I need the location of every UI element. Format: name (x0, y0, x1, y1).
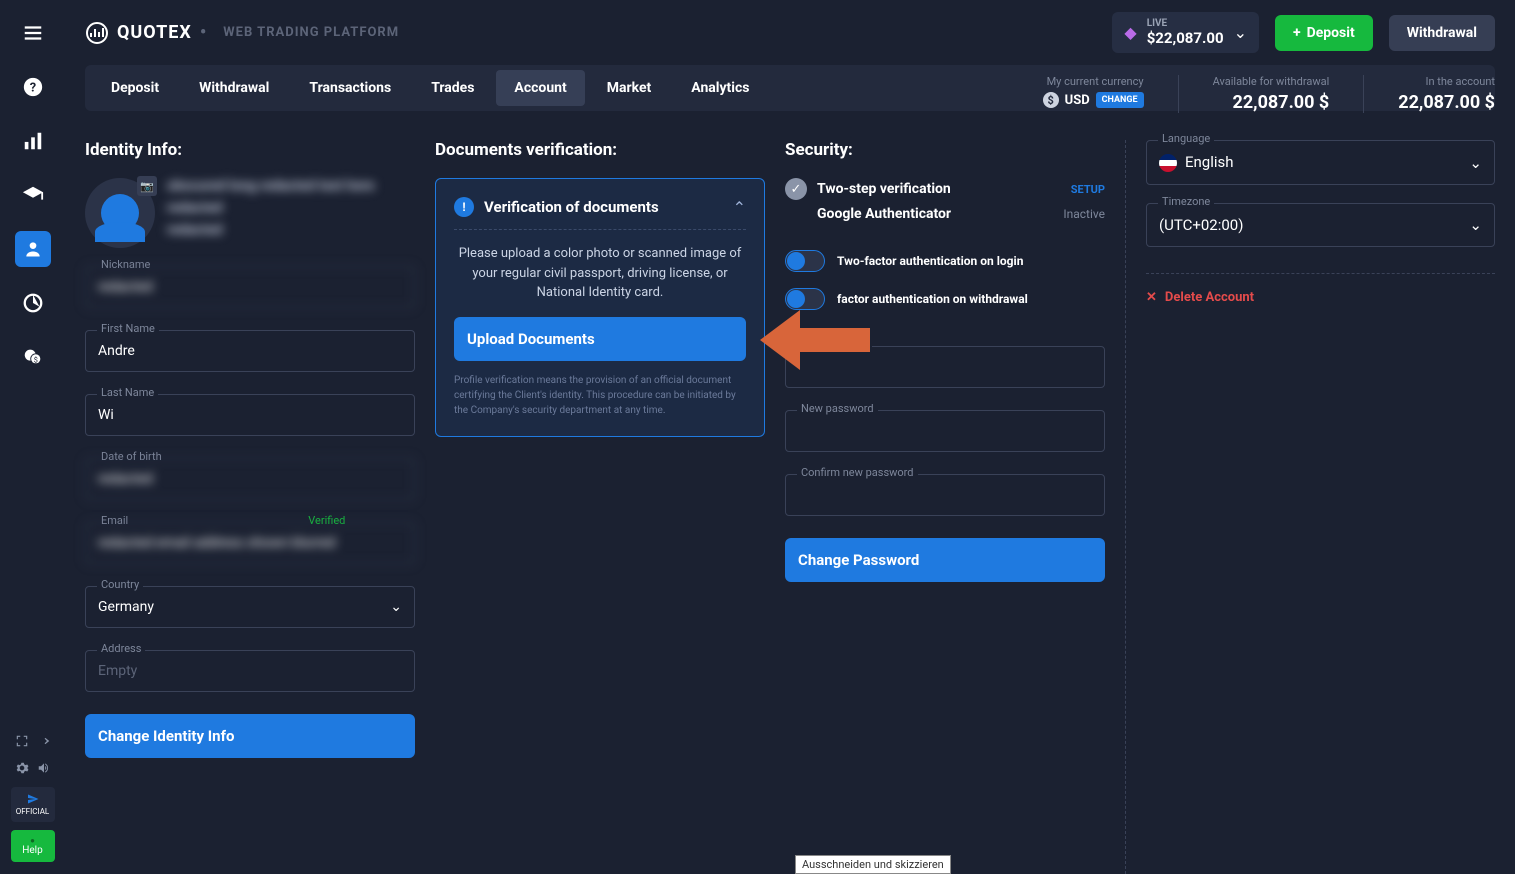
ga-label: Google Authenticator (817, 206, 1053, 222)
check-icon: ✓ (785, 178, 807, 200)
summary-bar: My current currency $ USD CHANGE Availab… (1043, 75, 1495, 113)
identity-title: Identity Info: (85, 140, 415, 160)
pie-icon[interactable] (15, 285, 51, 321)
tab-deposit[interactable]: Deposit (93, 70, 177, 106)
tab-transactions[interactable]: Transactions (291, 70, 409, 106)
lastname-input[interactable] (85, 394, 415, 436)
tab-withdrawal[interactable]: Withdrawal (181, 70, 287, 106)
avatar[interactable]: 📷 (85, 178, 155, 248)
upload-documents-button[interactable]: Upload Documents (454, 317, 746, 361)
firstname-input[interactable] (85, 330, 415, 372)
wallet-icon[interactable]: $ (15, 339, 51, 375)
header: QUOTEX • WEB TRADING PLATFORM ◆ LIVE $22… (65, 0, 1515, 65)
email-input[interactable] (85, 522, 415, 564)
close-icon: ✕ (1146, 290, 1157, 305)
verify-fineprint: Profile verification means the provision… (454, 373, 746, 418)
change-currency-button[interactable]: CHANGE (1096, 92, 1144, 108)
dob-input[interactable] (85, 458, 415, 500)
tab-market[interactable]: Market (589, 70, 670, 106)
help-circle-icon[interactable]: ? (15, 69, 51, 105)
balance-selector[interactable]: ◆ LIVE $22,087.00 ⌄ (1112, 12, 1259, 53)
chevron-up-icon[interactable]: ⌃ (733, 198, 746, 217)
change-identity-button[interactable]: Change Identity Info (85, 714, 415, 758)
new-password-input[interactable] (785, 410, 1105, 452)
confirm-password-input[interactable] (785, 474, 1105, 516)
currency-label: My current currency (1043, 75, 1144, 88)
language-select[interactable]: English ⌄ (1146, 140, 1495, 185)
profile-line3: redacted (167, 222, 374, 238)
toggle-2fa-withdrawal[interactable] (785, 288, 825, 310)
change-password-button[interactable]: Change Password (785, 538, 1105, 582)
verify-text: Please upload a color photo or scanned i… (454, 244, 746, 303)
tab-account[interactable]: Account (496, 70, 584, 106)
plus-icon: + (1293, 25, 1301, 41)
official-badge[interactable]: OFFICIAL (11, 787, 55, 822)
expand-icon[interactable] (15, 733, 29, 752)
logo[interactable]: QUOTEX • WEB TRADING PLATFORM (85, 21, 399, 45)
profile-line2: redacted (167, 200, 374, 216)
chevron-down-icon: ⌄ (1469, 216, 1482, 234)
help-badge[interactable]: Help (11, 830, 55, 862)
verify-card: ! Verification of documents ⌃ Please upl… (435, 178, 765, 437)
svg-text:$: $ (33, 356, 37, 365)
sidebar: ? $ OFFICIAL Help (0, 0, 65, 874)
menu-icon[interactable] (15, 15, 51, 51)
balance-amount: $22,087.00 (1147, 29, 1224, 47)
available-label: Available for withdrawal (1213, 75, 1330, 88)
old-password-input[interactable] (785, 346, 1105, 388)
profile-line1: obscured long redacted text here (167, 178, 374, 194)
chart-icon[interactable] (15, 123, 51, 159)
logo-subtitle: WEB TRADING PLATFORM (223, 25, 399, 40)
delete-account-link[interactable]: ✕ Delete Account (1146, 273, 1495, 305)
dollar-icon: $ (1043, 92, 1059, 108)
arrow-right-icon[interactable] (37, 733, 51, 752)
available-value: 22,087.00 $ (1213, 92, 1330, 113)
academy-icon[interactable] (15, 177, 51, 213)
tab-trades[interactable]: Trades (413, 70, 492, 106)
gear-icon[interactable] (15, 760, 29, 779)
chevron-down-icon: ⌄ (1469, 154, 1482, 172)
deposit-button[interactable]: +Deposit (1275, 15, 1373, 51)
balance-label: LIVE (1147, 18, 1224, 29)
setup-link[interactable]: SETUP (1071, 183, 1105, 196)
docs-title: Documents verification: (435, 140, 765, 160)
inaccount-label: In the account (1398, 75, 1495, 88)
camera-icon[interactable]: 📷 (137, 176, 157, 196)
country-select[interactable]: Germany⌄ (85, 586, 415, 628)
gem-icon: ◆ (1124, 23, 1136, 42)
withdrawal-button[interactable]: Withdrawal (1389, 15, 1495, 51)
toggle-2fa-login[interactable] (785, 250, 825, 272)
ga-status: Inactive (1063, 207, 1105, 221)
currency-code: USD (1065, 93, 1090, 108)
tab-analytics[interactable]: Analytics (673, 70, 767, 106)
nickname-input[interactable] (85, 266, 415, 308)
verify-card-title: Verification of documents (484, 198, 723, 216)
security-title: Security: (785, 140, 1105, 160)
info-icon: ! (454, 197, 474, 217)
timezone-select[interactable]: (UTC+02:00) ⌄ (1146, 203, 1495, 247)
chevron-down-icon: ⌄ (390, 599, 402, 615)
chevron-down-icon: ⌄ (1234, 23, 1247, 42)
flag-uk-icon (1159, 154, 1177, 172)
sound-icon[interactable] (37, 760, 51, 779)
toggle-withdrawal-label: factor authentication on withdrawal (837, 292, 1028, 306)
toggle-login-label: Two-factor authentication on login (837, 254, 1023, 268)
account-icon[interactable] (15, 231, 51, 267)
inaccount-value: 22,087.00 $ (1398, 92, 1495, 113)
snip-tooltip: Ausschneiden und skizzieren (795, 855, 951, 874)
twostep-label: Two-step verification (817, 181, 1061, 197)
svg-text:?: ? (29, 81, 35, 96)
address-input[interactable] (85, 650, 415, 692)
